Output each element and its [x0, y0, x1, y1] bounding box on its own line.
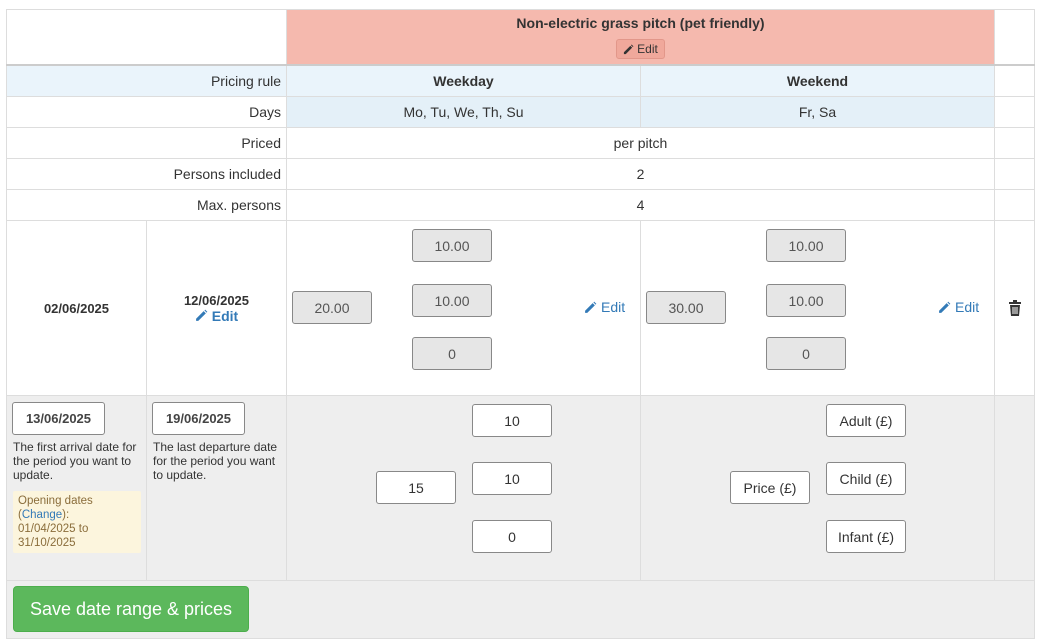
existing-weekday-infant[interactable]: 0	[412, 337, 492, 370]
priced-trailing	[994, 128, 1035, 158]
weekend-days: Fr, Sa	[640, 97, 994, 127]
new-end-help: The last departure date for the period y…	[153, 440, 278, 482]
header-trailing-cell	[994, 9, 1035, 64]
max-persons-value: 4	[286, 190, 994, 220]
new-range-trailing	[994, 396, 1035, 580]
new-weekend-cell: Price (£) Adult (£) Child (£) Infant (£)	[640, 396, 994, 580]
existing-weekday-edit-label: Edit	[601, 299, 626, 315]
new-weekend-child-input[interactable]: Child (£)	[826, 462, 906, 495]
existing-weekend-adult[interactable]: 10.00	[766, 229, 846, 262]
existing-start-date: 02/06/2025	[6, 221, 146, 395]
opening-dates-box: Opening dates (Change): 01/04/2025 to 31…	[13, 491, 141, 553]
existing-weekday-child[interactable]: 10.00	[412, 284, 492, 317]
pitch-edit-label: Edit	[637, 42, 658, 56]
existing-weekend-cell: 30.00 10.00 10.00 0 Edit	[640, 221, 994, 395]
weekday-days: Mo, Tu, We, Th, Su	[286, 97, 640, 127]
days-trailing	[994, 97, 1035, 127]
days-row: Days Mo, Tu, We, Th, Su Fr, Sa	[6, 97, 1035, 128]
pencil-icon	[195, 309, 208, 321]
existing-weekday-adult[interactable]: 10.00	[412, 229, 492, 262]
existing-end-date: 12/06/2025	[183, 292, 250, 308]
max-persons-row: Max. persons 4	[6, 190, 1035, 221]
existing-range-edit-label: Edit	[211, 307, 239, 324]
new-weekday-child-input[interactable]: 10	[472, 462, 552, 495]
days-label: Days	[6, 97, 286, 127]
opening-dates-suffix: ):	[62, 509, 70, 521]
pitch-edit-button[interactable]: Edit	[616, 39, 665, 59]
max-persons-trailing	[994, 190, 1035, 220]
pitch-header-cell: Non-electric grass pitch (pet friendly) …	[286, 9, 994, 64]
header-blank-cell	[6, 9, 286, 64]
header-row: Non-electric grass pitch (pet friendly) …	[6, 9, 1035, 65]
priced-label: Priced	[6, 128, 286, 158]
pencil-icon	[585, 301, 597, 313]
new-weekday-cell: 15 10 10 0	[286, 396, 640, 580]
pencil-icon	[624, 44, 634, 54]
existing-weekday-price[interactable]: 20.00	[292, 291, 372, 324]
save-date-range-button[interactable]: Save date range & prices	[13, 586, 249, 632]
new-weekday-price-input[interactable]: 15	[376, 471, 456, 504]
pricing-rule-row: Pricing rule Weekday Weekend	[6, 65, 1035, 97]
persons-included-row: Persons included 2	[6, 159, 1035, 190]
persons-included-value: 2	[286, 159, 994, 189]
opening-dates-change-link[interactable]: Change	[22, 509, 62, 521]
new-start-date[interactable]: 13/06/2025	[12, 402, 105, 435]
existing-weekend-price[interactable]: 30.00	[646, 291, 726, 324]
max-persons-label: Max. persons	[6, 190, 286, 220]
existing-weekday-edit-link[interactable]: Edit	[584, 299, 625, 315]
pricing-rule-label: Pricing rule	[6, 66, 286, 96]
new-end-cell: 19/06/2025 The last departure date for t…	[146, 396, 286, 580]
existing-weekend-child[interactable]: 10.00	[766, 284, 846, 317]
opening-dates-range: 01/04/2025 to 31/10/2025	[18, 523, 89, 549]
priced-row: Priced per pitch	[6, 128, 1035, 159]
existing-weekend-edit-label: Edit	[955, 299, 980, 315]
new-weekday-infant-input[interactable]: 0	[472, 520, 552, 553]
trash-icon[interactable]	[1008, 300, 1022, 316]
new-start-cell: 13/06/2025 The first arrival date for th…	[6, 396, 146, 580]
persons-included-trailing	[994, 159, 1035, 189]
existing-range-edit-link[interactable]: Edit	[195, 308, 238, 324]
existing-weekend-infant[interactable]: 0	[766, 337, 846, 370]
existing-weekday-cell: 20.00 10.00 10.00 0 Edit	[286, 221, 640, 395]
footer-row: Save date range & prices	[6, 581, 1035, 639]
new-range-row: 13/06/2025 The first arrival date for th…	[6, 396, 1035, 581]
pencil-icon	[939, 301, 951, 313]
new-end-date[interactable]: 19/06/2025	[152, 402, 245, 435]
pricing-rule-trailing	[994, 66, 1035, 96]
weekday-header: Weekday	[286, 66, 640, 96]
existing-weekend-edit-link[interactable]: Edit	[938, 299, 979, 315]
new-weekend-price-input[interactable]: Price (£)	[730, 471, 810, 504]
pitch-title: Non-electric grass pitch (pet friendly)	[516, 15, 765, 31]
new-weekend-infant-input[interactable]: Infant (£)	[826, 520, 906, 553]
existing-delete-cell	[994, 221, 1035, 395]
existing-range-row: 02/06/2025 12/06/2025 Edit 20.00 10.00 1…	[6, 221, 1035, 396]
priced-value: per pitch	[286, 128, 994, 158]
new-weekday-adult-input[interactable]: 10	[472, 404, 552, 437]
existing-end-cell: 12/06/2025 Edit	[146, 221, 286, 395]
new-start-help: The first arrival date for the period yo…	[13, 440, 137, 482]
weekend-header: Weekend	[640, 66, 994, 96]
new-weekend-adult-input[interactable]: Adult (£)	[826, 404, 906, 437]
persons-included-label: Persons included	[6, 159, 286, 189]
